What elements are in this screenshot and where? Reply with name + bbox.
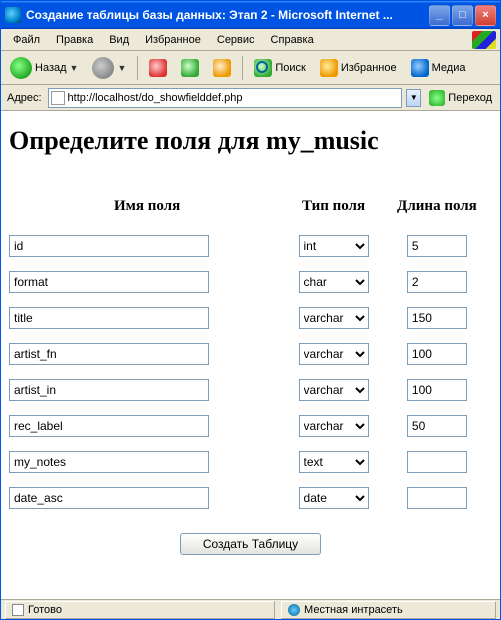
- media-button[interactable]: Медиа: [406, 56, 471, 80]
- stop-button[interactable]: [144, 56, 172, 80]
- field-length-input[interactable]: [407, 343, 467, 365]
- field-type-select[interactable]: intcharvarchartextdate: [299, 379, 369, 401]
- col-header-name: Имя поля: [9, 198, 285, 221]
- field-name-input[interactable]: [9, 451, 209, 473]
- menu-tools[interactable]: Сервис: [209, 32, 263, 48]
- table-row: intcharvarchartextdate: [9, 451, 492, 473]
- chevron-down-icon: ▼: [70, 63, 79, 73]
- home-button[interactable]: [208, 56, 236, 80]
- page-icon: [51, 91, 65, 105]
- field-length-input[interactable]: [407, 307, 467, 329]
- table-row: intcharvarchartextdate: [9, 415, 492, 437]
- field-length-input[interactable]: [407, 487, 467, 509]
- status-ready-cell: Готово: [5, 601, 275, 619]
- fields-table: Имя поля Тип поля Длина поля intcharvarc…: [9, 184, 492, 523]
- field-length-input[interactable]: [407, 415, 467, 437]
- forward-button[interactable]: ▼: [87, 54, 131, 82]
- field-type-select[interactable]: intcharvarchartextdate: [299, 451, 369, 473]
- table-row: intcharvarchartextdate: [9, 235, 492, 257]
- field-name-input[interactable]: [9, 271, 209, 293]
- menu-bar: Файл Правка Вид Избранное Сервис Справка: [1, 29, 500, 51]
- field-length-input[interactable]: [407, 235, 467, 257]
- page-heading: Определите поля для my_music: [9, 126, 492, 156]
- windows-flag-icon: [472, 31, 496, 49]
- refresh-icon: [181, 59, 199, 77]
- toolbar: Назад ▼ ▼ Поиск Избранное Медиа: [1, 51, 500, 85]
- page-content: Определите поля для my_music Имя поля Ти…: [1, 111, 500, 599]
- minimize-button[interactable]: _: [429, 5, 450, 26]
- address-label: Адрес:: [5, 92, 44, 104]
- go-button[interactable]: Переход: [425, 88, 496, 108]
- stop-icon: [149, 59, 167, 77]
- field-name-input[interactable]: [9, 487, 209, 509]
- field-type-select[interactable]: intcharvarchartextdate: [299, 235, 369, 257]
- status-zone-cell: Местная интрасеть: [281, 601, 496, 619]
- search-icon: [254, 59, 272, 77]
- media-icon: [411, 59, 429, 77]
- address-input-wrap: [48, 88, 403, 108]
- status-bar: Готово Местная интрасеть: [1, 599, 500, 619]
- field-type-select[interactable]: intcharvarchartextdate: [299, 271, 369, 293]
- refresh-button[interactable]: [176, 56, 204, 80]
- ie-icon: [5, 7, 21, 23]
- field-type-select[interactable]: intcharvarchartextdate: [299, 415, 369, 437]
- menu-view[interactable]: Вид: [101, 32, 137, 48]
- col-header-len: Длина поля: [382, 198, 492, 221]
- menu-help[interactable]: Справка: [263, 32, 322, 48]
- search-label: Поиск: [275, 62, 305, 74]
- field-length-input[interactable]: [407, 271, 467, 293]
- address-dropdown[interactable]: ▼: [406, 89, 421, 107]
- field-type-select[interactable]: intcharvarchartextdate: [299, 307, 369, 329]
- home-icon: [213, 59, 231, 77]
- table-row: intcharvarchartextdate: [9, 379, 492, 401]
- forward-icon: [92, 57, 114, 79]
- col-header-type: Тип поля: [285, 198, 382, 221]
- status-ready: Готово: [28, 604, 62, 616]
- create-table-button[interactable]: Создать Таблицу: [180, 533, 321, 555]
- window-titlebar: Создание таблицы базы данных: Этап 2 - M…: [1, 1, 500, 29]
- menu-file[interactable]: Файл: [5, 32, 48, 48]
- address-input[interactable]: [68, 92, 400, 104]
- back-label: Назад: [35, 62, 67, 74]
- table-row: intcharvarchartextdate: [9, 271, 492, 293]
- star-icon: [320, 59, 338, 77]
- table-row: intcharvarchartextdate: [9, 487, 492, 509]
- field-type-select[interactable]: intcharvarchartextdate: [299, 487, 369, 509]
- field-name-input[interactable]: [9, 343, 209, 365]
- search-button[interactable]: Поиск: [249, 56, 310, 80]
- field-length-input[interactable]: [407, 451, 467, 473]
- favorites-button[interactable]: Избранное: [315, 56, 402, 80]
- field-name-input[interactable]: [9, 235, 209, 257]
- intranet-icon: [288, 604, 300, 616]
- address-bar: Адрес: ▼ Переход: [1, 85, 500, 111]
- chevron-down-icon: ▼: [117, 63, 126, 73]
- page-icon: [12, 604, 24, 616]
- back-icon: [10, 57, 32, 79]
- status-zone: Местная интрасеть: [304, 604, 403, 616]
- go-icon: [429, 90, 445, 106]
- toolbar-separator: [242, 56, 243, 80]
- maximize-button[interactable]: □: [452, 5, 473, 26]
- field-length-input[interactable]: [407, 379, 467, 401]
- menu-favorites[interactable]: Избранное: [137, 32, 209, 48]
- back-button[interactable]: Назад ▼: [5, 54, 83, 82]
- field-name-input[interactable]: [9, 307, 209, 329]
- toolbar-separator: [137, 56, 138, 80]
- field-name-input[interactable]: [9, 379, 209, 401]
- table-row: intcharvarchartextdate: [9, 343, 492, 365]
- go-label: Переход: [448, 92, 492, 104]
- table-row: intcharvarchartextdate: [9, 307, 492, 329]
- favorites-label: Избранное: [341, 62, 397, 74]
- field-name-input[interactable]: [9, 415, 209, 437]
- field-type-select[interactable]: intcharvarchartextdate: [299, 343, 369, 365]
- menu-edit[interactable]: Правка: [48, 32, 101, 48]
- window-title: Создание таблицы базы данных: Этап 2 - M…: [26, 8, 429, 22]
- media-label: Медиа: [432, 62, 466, 74]
- close-button[interactable]: ×: [475, 5, 496, 26]
